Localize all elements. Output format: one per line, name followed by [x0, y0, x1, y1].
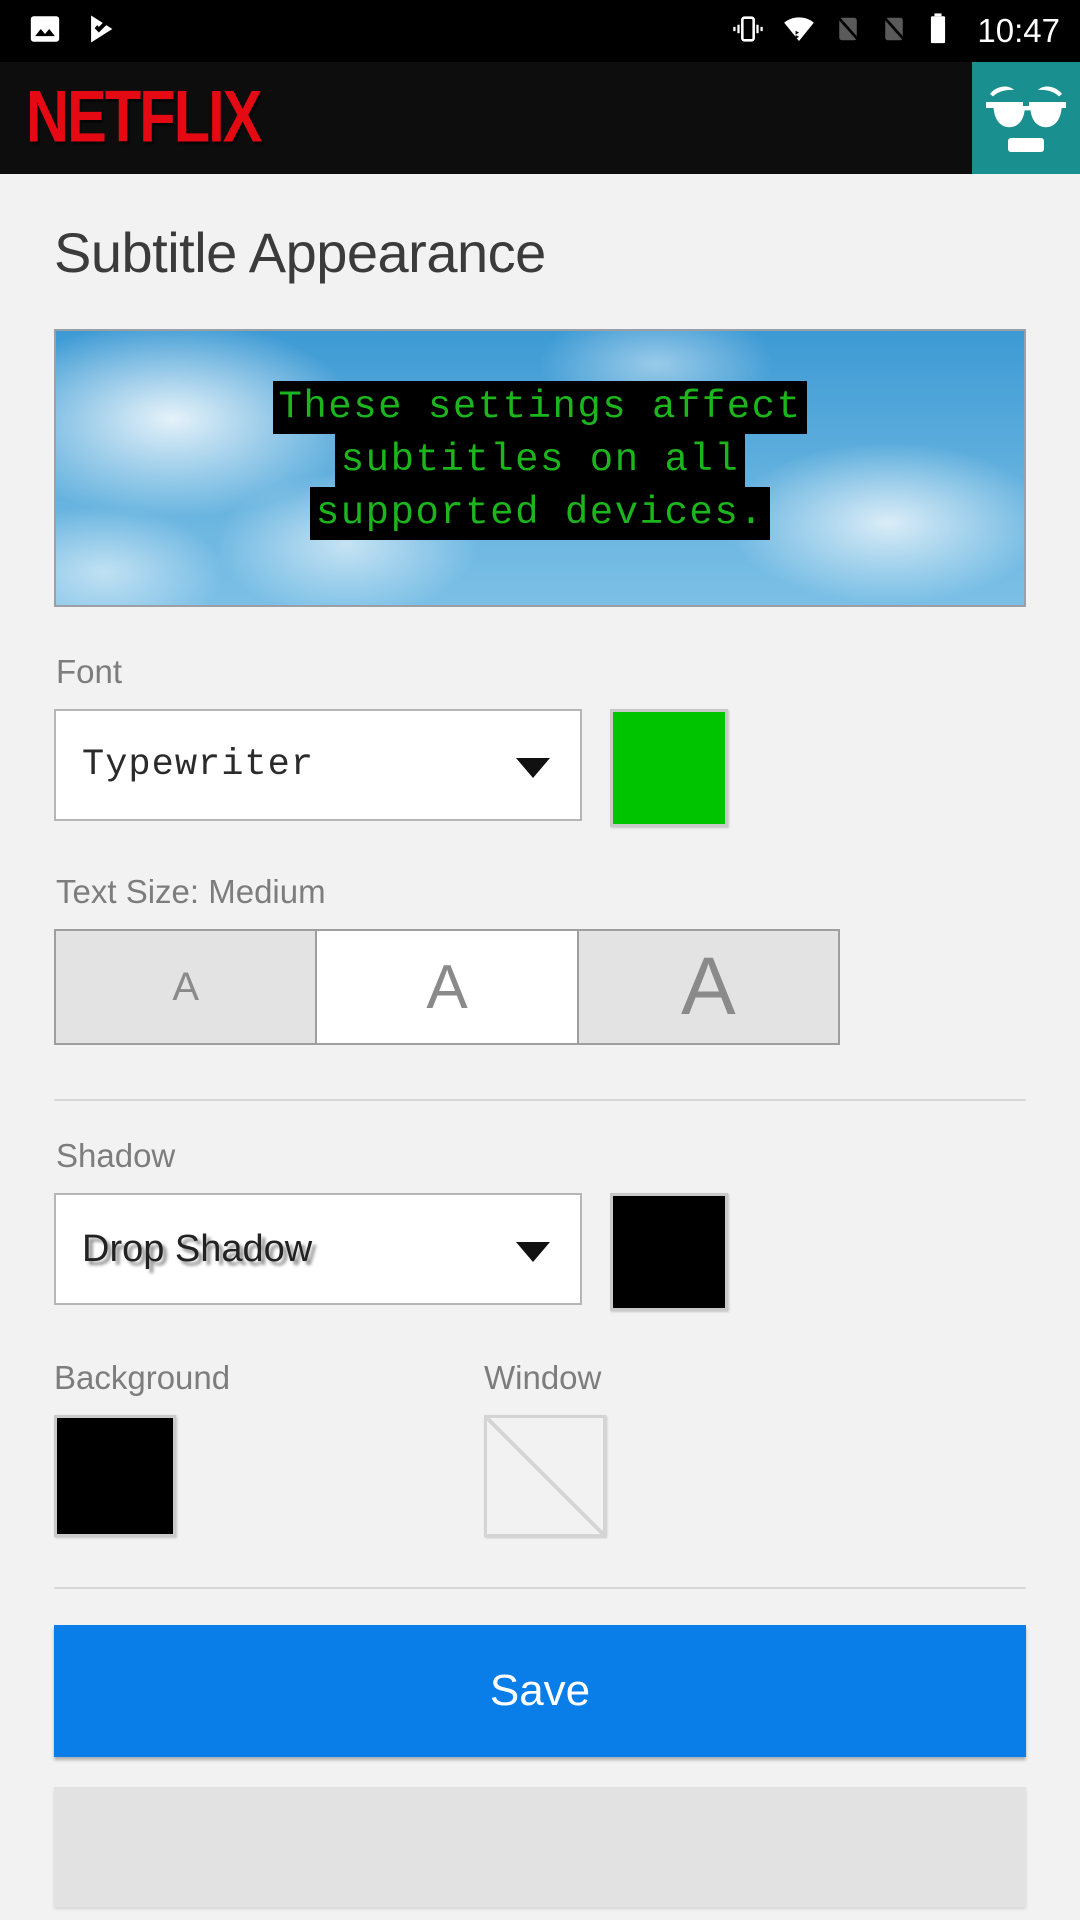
wifi-icon	[781, 12, 817, 51]
text-size-row: A A A	[0, 929, 1080, 1045]
font-select[interactable]: Typewriter	[54, 709, 582, 821]
font-select-value: Typewriter	[82, 744, 315, 786]
play-update-icon	[84, 12, 118, 51]
shadow-select[interactable]: Drop Shadow	[54, 1193, 582, 1305]
preview-subtitle-line: These settings affect	[272, 381, 808, 435]
background-window-swatches	[0, 1415, 1080, 1537]
window-color-swatch[interactable]	[484, 1415, 606, 1537]
sim-off-icon	[833, 12, 863, 51]
preview-subtitle-block: These settings affect subtitles on all s…	[56, 381, 1024, 541]
shadow-label: Shadow	[56, 1137, 176, 1174]
status-bar-clock: 10:47	[977, 12, 1060, 49]
status-bar-left-icons	[28, 12, 118, 51]
text-size-selector: A A A	[54, 929, 840, 1045]
save-button-label: Save	[489, 1666, 591, 1715]
battery-full-icon	[925, 12, 951, 51]
save-button[interactable]: Save	[54, 1625, 1026, 1757]
status-bar: 10:47	[0, 0, 1080, 62]
background-label: Background	[54, 1359, 231, 1396]
secondary-button[interactable]	[54, 1787, 1026, 1907]
background-color-swatch[interactable]	[54, 1415, 176, 1537]
font-color-swatch[interactable]	[610, 709, 728, 827]
page-title: Subtitle Appearance	[54, 221, 546, 284]
avatar[interactable]	[972, 62, 1080, 174]
chevron-down-icon	[516, 1242, 550, 1262]
chevron-down-icon	[516, 758, 550, 778]
settings-content: Subtitle Appearance These settings affec…	[0, 174, 1080, 1920]
vibrate-icon	[731, 12, 765, 51]
text-size-small-glyph: A	[172, 964, 199, 1009]
background-window-labels: Background Window	[0, 1359, 1080, 1397]
shadow-select-value: Drop Shadow	[82, 1227, 313, 1270]
text-size-large-glyph: A	[680, 941, 736, 1032]
netflix-logo[interactable]: NETFLIX	[26, 81, 262, 154]
preview-subtitle-line: subtitles on all	[334, 434, 746, 488]
font-label: Font	[56, 653, 123, 690]
status-bar-right-icons: 10:47	[731, 12, 1060, 51]
text-size-small-button[interactable]: A	[56, 931, 318, 1043]
font-row: Typewriter	[0, 709, 1080, 827]
shadow-color-swatch[interactable]	[610, 1193, 728, 1311]
image-icon	[28, 12, 62, 51]
app-bar: NETFLIX	[0, 62, 1080, 174]
text-size-medium-glyph: A	[426, 952, 468, 1022]
sunglasses-face-icon	[980, 74, 1072, 163]
subtitle-preview: These settings affect subtitles on all s…	[54, 329, 1026, 607]
sim-off-icon	[879, 12, 909, 51]
section-divider	[54, 1587, 1026, 1589]
preview-subtitle-line: supported devices.	[309, 487, 771, 541]
shadow-row: Drop Shadow	[0, 1193, 1080, 1311]
window-label: Window	[484, 1359, 602, 1396]
text-size-large-button[interactable]: A	[578, 931, 838, 1043]
text-size-label: Text Size: Medium	[56, 873, 326, 910]
text-size-medium-button[interactable]: A	[317, 931, 579, 1043]
